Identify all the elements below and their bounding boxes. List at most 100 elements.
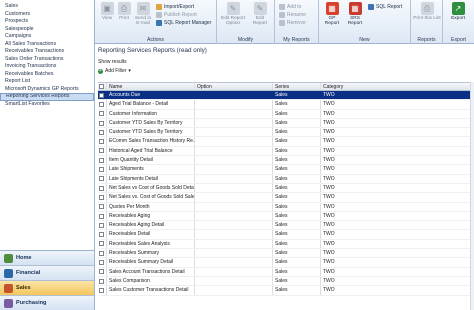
nav-item-campaigns[interactable]: Campaigns [0, 33, 94, 41]
row-checkbox[interactable] [99, 241, 104, 247]
table-row[interactable]: Net Sales vs. Cost of Goods Sold Sale Sal… [98, 193, 474, 203]
nav-item-reporting-services-reports[interactable]: Reporting Services Reports [0, 93, 94, 101]
row-checkbox[interactable] [99, 167, 104, 173]
row-checkbox-cell[interactable] [98, 137, 107, 146]
row-checkbox[interactable] [99, 250, 104, 256]
row-checkbox-cell[interactable] [98, 146, 107, 156]
table-row[interactable]: Sales Comparison Sales TWO [98, 276, 474, 287]
row-checkbox-cell[interactable] [98, 165, 107, 174]
column-header-category[interactable]: Category [321, 83, 474, 90]
select-all-checkbox-cell[interactable] [98, 83, 107, 90]
row-checkbox-cell[interactable] [98, 249, 107, 258]
table-row[interactable]: Receivables Aging Detail Sales TWO [98, 221, 474, 231]
table-row[interactable]: Sales Customer Transactions Detail Sales T… [98, 286, 474, 296]
nav-section-home[interactable]: Home [0, 251, 94, 266]
nav-item-invoicing-transactions[interactable]: Invoicing Transactions [0, 63, 94, 71]
row-checkbox[interactable] [99, 287, 104, 293]
publish-report-button[interactable]: Publish Report [156, 11, 197, 18]
row-checkbox[interactable] [99, 120, 104, 126]
table-row[interactable]: Sales Account Transactions Detail Sales TW… [98, 267, 474, 277]
row-checkbox-cell[interactable] [98, 128, 107, 137]
row-checkbox-cell[interactable] [98, 258, 107, 267]
nav-item-sales-order-transactions[interactable]: Sales Order Transactions [0, 56, 94, 64]
nav-section-sales[interactable]: Sales [0, 281, 94, 296]
nav-item-receivables-batches[interactable]: Receivables Batches [0, 71, 94, 79]
nav-item-receivables-transactions[interactable]: Receivables Transactions [0, 48, 94, 56]
gp-report-button[interactable]: ▦ GP Report [322, 2, 342, 27]
table-row[interactable]: Receivables Summary Sales TWO [98, 249, 474, 259]
table-row[interactable]: Receivables Aging Sales TWO [98, 211, 474, 222]
row-checkbox-cell[interactable] [98, 221, 107, 230]
row-checkbox[interactable] [99, 176, 104, 182]
row-checkbox[interactable] [99, 269, 104, 275]
row-checkbox-cell[interactable] [98, 100, 107, 109]
view-button[interactable]: ▣ View [98, 2, 116, 21]
table-row[interactable]: Late Shipments Detail Sales TWO [98, 174, 474, 184]
row-checkbox-cell[interactable] [98, 109, 107, 118]
row-checkbox[interactable] [99, 259, 104, 265]
export-button[interactable]: ↗ Export [446, 2, 470, 21]
column-header-series[interactable]: Series [273, 83, 321, 90]
nav-item-report-list[interactable]: Report List [0, 78, 94, 86]
sql-report-manager-button[interactable]: SQL Report Manager [156, 19, 211, 26]
import-export-button[interactable]: Import/Export [156, 3, 194, 10]
row-checkbox[interactable] [99, 194, 104, 200]
row-checkbox-cell[interactable] [98, 267, 107, 276]
row-checkbox[interactable] [99, 139, 104, 145]
table-row[interactable]: Late Shipments Sales TWO [98, 165, 474, 175]
edit-report-option-button[interactable]: ✎ Edit Report Option [219, 2, 247, 27]
table-row[interactable]: Quotes Per Month Sales TWO [98, 202, 474, 212]
table-row[interactable]: Item Quantity Detail Sales TWO [98, 156, 474, 166]
edit-report-button[interactable]: ✎ Edit Report [249, 2, 271, 27]
table-row[interactable]: Receivables Summary Detail Sales TWO [98, 258, 474, 268]
table-row[interactable]: EComm Sales Transaction History Re... Sal… [98, 137, 474, 147]
row-checkbox[interactable] [99, 213, 104, 219]
row-checkbox-cell[interactable] [98, 286, 107, 295]
row-checkbox[interactable] [99, 101, 104, 107]
row-checkbox[interactable] [99, 232, 104, 238]
nav-section-financial[interactable]: Financial [0, 266, 94, 281]
row-checkbox[interactable] [99, 129, 104, 135]
row-checkbox[interactable] [99, 185, 104, 191]
table-row[interactable]: Customer Information Sales TWO [98, 109, 474, 119]
select-all-checkbox[interactable] [99, 84, 104, 89]
row-checkbox[interactable] [99, 222, 104, 228]
column-header-name[interactable]: Name [107, 83, 195, 90]
row-checkbox[interactable] [99, 278, 104, 284]
row-checkbox[interactable] [99, 111, 104, 117]
nav-item-gp-reports[interactable]: Microsoft Dynamics GP Reports [0, 86, 94, 94]
nav-item-prospects[interactable]: Prospects [0, 18, 94, 26]
table-row[interactable]: Receivables Detail Sales TWO [98, 230, 474, 240]
row-checkbox[interactable] [99, 92, 104, 98]
table-row[interactable]: Accounts Due Sales TWO [98, 91, 474, 101]
vertical-scrollbar[interactable] [470, 82, 474, 310]
table-row[interactable]: Historical Aged Trial Balance Sales TWO [98, 146, 474, 157]
row-checkbox-cell[interactable] [98, 193, 107, 202]
sql-report-button[interactable]: SQL Report [368, 3, 402, 10]
row-checkbox-cell[interactable] [98, 174, 107, 183]
row-checkbox-cell[interactable] [98, 91, 107, 100]
nav-item-sales[interactable]: Sales [0, 3, 94, 11]
nav-item-smartlist-favorites[interactable]: SmartList Favorites [0, 101, 94, 109]
row-checkbox[interactable] [99, 157, 104, 163]
row-checkbox-cell[interactable] [98, 118, 107, 128]
table-row[interactable]: Receivables Sales Analysis Sales TWO [98, 239, 474, 250]
nav-item-customers[interactable]: Customers [0, 11, 94, 19]
row-checkbox-cell[interactable] [98, 183, 107, 193]
print-this-list-button[interactable]: ⎙ Print this List [413, 2, 441, 21]
table-row[interactable]: Customer YTD Sales By Territory Sales TWO [98, 128, 474, 138]
add-filter-button[interactable]: + Add Filter ▾ [98, 68, 131, 74]
add-to-button[interactable]: Add to [279, 3, 301, 10]
remove-button[interactable]: Remove [279, 19, 306, 26]
column-header-option[interactable]: Option [195, 83, 273, 90]
row-checkbox-cell[interactable] [98, 239, 107, 249]
print-button[interactable]: ⎙ Print [116, 2, 132, 21]
table-row[interactable]: Net Sales vs Cost of Goods Sold Detail Sa… [98, 183, 474, 194]
row-checkbox-cell[interactable] [98, 276, 107, 286]
row-checkbox-cell[interactable] [98, 230, 107, 239]
send-email-button[interactable]: ✉ Send in E-mail [133, 2, 153, 27]
row-checkbox-cell[interactable] [98, 202, 107, 211]
rename-button[interactable]: Rename [279, 11, 306, 18]
table-row[interactable]: Aged Trial Balance - Detail Sales TWO [98, 100, 474, 110]
row-checkbox[interactable] [99, 148, 104, 154]
